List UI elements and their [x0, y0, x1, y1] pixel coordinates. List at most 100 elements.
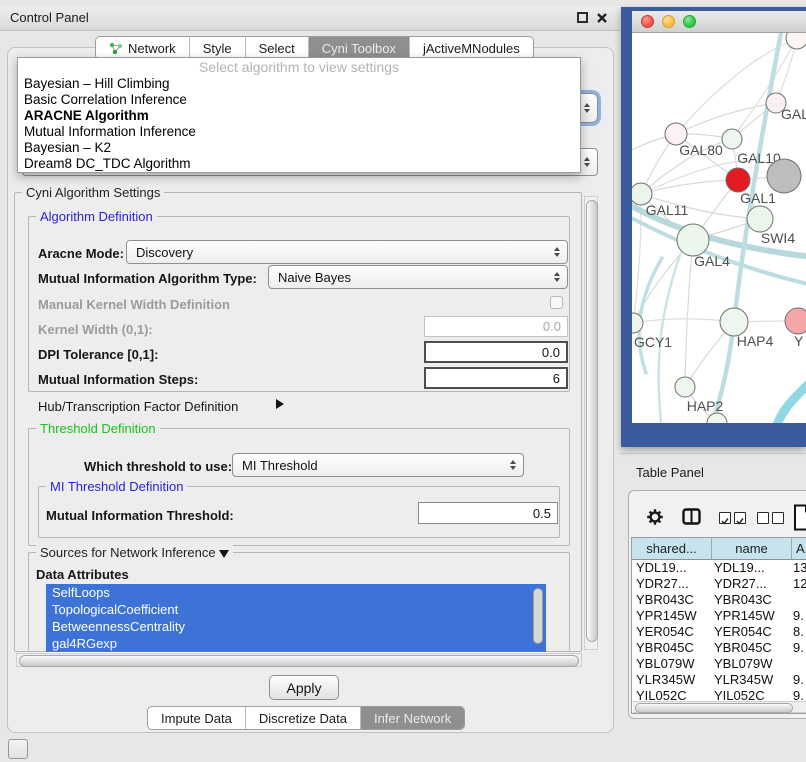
- tab-impute-data[interactable]: Impute Data: [148, 707, 245, 729]
- network-icon: [109, 42, 123, 55]
- close-window-icon[interactable]: [641, 15, 654, 28]
- settings-horizontal-scrollbar[interactable]: [16, 653, 582, 667]
- cyni-bottom-tabbar: Impute Data Discretize Data Infer Networ…: [147, 706, 465, 730]
- tab-discretize-data[interactable]: Discretize Data: [245, 707, 360, 729]
- table-row[interactable]: YDR27...YDR27...12: [632, 576, 806, 592]
- algorithm-option[interactable]: Dream8 DC_TDC Algorithm: [18, 156, 580, 172]
- table-cell: YBR045C: [714, 640, 772, 656]
- combo-arrows-icon: [554, 247, 560, 257]
- mi-type-combobox[interactable]: Naive Bayes: [268, 265, 568, 289]
- network-node-HAP2[interactable]: [675, 377, 695, 397]
- network-node-GAL1[interactable]: [726, 168, 750, 192]
- algorithm-option[interactable]: Bayesian – K2: [18, 140, 580, 156]
- tab-network[interactable]: Network: [96, 37, 189, 59]
- table-cell: YER054C: [636, 624, 694, 640]
- settings-vertical-scrollbar[interactable]: [584, 196, 598, 650]
- network-node-label: HAP4: [737, 333, 774, 349]
- table-cell: YBR043C: [636, 592, 694, 608]
- network-window-titlebar[interactable]: [632, 11, 806, 33]
- apply-button[interactable]: Apply: [269, 675, 339, 700]
- table-panel-title: Table Panel: [636, 465, 704, 480]
- table-row[interactable]: YLR345WYLR345W9.: [632, 672, 806, 688]
- network-node-unlabeled[interactable]: [786, 33, 806, 49]
- combo-arrows-icon: [554, 272, 560, 282]
- table-cell: YDR27...: [714, 576, 767, 592]
- collapse-down-icon[interactable]: [219, 550, 229, 558]
- column-header-shared-name[interactable]: shared...: [632, 538, 712, 560]
- tab-label: Select: [259, 41, 295, 56]
- deselect-all-checks-icon[interactable]: [757, 512, 784, 524]
- algorithm-option[interactable]: Mutual Information Inference: [18, 124, 580, 140]
- network-edge: [685, 240, 693, 387]
- mi-type-value: Naive Bayes: [278, 270, 351, 285]
- column-header-partial[interactable]: A: [792, 538, 806, 560]
- which-threshold-combobox[interactable]: MI Threshold: [232, 453, 524, 477]
- aracne-mode-combobox[interactable]: Discovery: [126, 240, 568, 264]
- tab-infer-network[interactable]: Infer Network: [360, 707, 464, 729]
- mi-type-label: Mutual Information Algorithm Type:: [38, 271, 257, 286]
- node-table: shared... name A YDL19...YDL19...13YDR27…: [631, 537, 806, 714]
- scrollbar-thumb[interactable]: [19, 655, 579, 667]
- table-row[interactable]: YDL19...YDL19...13: [632, 560, 806, 576]
- table-horizontal-scrollbar[interactable]: [633, 701, 806, 713]
- table-row[interactable]: YPR145WYPR145W9.: [632, 608, 806, 624]
- column-header-name[interactable]: name: [712, 538, 792, 560]
- data-attribute-item[interactable]: gal4RGexp: [46, 635, 546, 652]
- table-row[interactable]: YBL079WYBL079W: [632, 656, 806, 672]
- tab-select[interactable]: Select: [245, 37, 308, 59]
- attributes-scrollbar-thumb[interactable]: [533, 588, 543, 644]
- network-node-GAL4[interactable]: [677, 224, 709, 256]
- data-attribute-item[interactable]: SelfLoops: [46, 584, 546, 601]
- manual-kernel-checkbox[interactable]: [550, 296, 563, 309]
- control-panel-title: Control Panel: [10, 10, 89, 25]
- network-node-label: GCY1: [634, 334, 672, 350]
- split-columns-icon[interactable]: [682, 508, 701, 525]
- network-canvas[interactable]: GAL7GAL80GAL10GAL1GAL11SWI4GAL4GCY1HAP4Y…: [632, 33, 806, 423]
- which-threshold-value: MI Threshold: [242, 458, 318, 473]
- zoom-window-icon[interactable]: [683, 15, 696, 28]
- network-node-GAL10[interactable]: [722, 129, 742, 149]
- kernel-width-field[interactable]: 0.0: [424, 316, 568, 337]
- network-node-unlabeled[interactable]: [707, 413, 727, 423]
- table-cell: YBR045C: [636, 640, 694, 656]
- expand-right-icon[interactable]: [276, 399, 284, 409]
- table-cell: YPR145W: [714, 608, 775, 624]
- select-all-checks-icon[interactable]: [719, 512, 746, 524]
- data-attributes-list: SelfLoopsTopologicalCoefficientBetweenne…: [46, 584, 546, 654]
- table-cell: YIL052C: [636, 688, 687, 700]
- tab-label: Cyni Toolbox: [322, 41, 396, 56]
- export-table-icon[interactable]: [793, 504, 806, 531]
- algorithm-option[interactable]: ARACNE Algorithm: [18, 108, 580, 124]
- table-cell: YDR27...: [636, 576, 689, 592]
- hub-definition-expander-label[interactable]: Hub/Transcription Factor Definition: [38, 399, 238, 414]
- data-attribute-item[interactable]: BetweennessCentrality: [46, 618, 546, 635]
- tab-style[interactable]: Style: [189, 37, 245, 59]
- dpi-tolerance-field[interactable]: 0.0: [424, 341, 568, 363]
- network-node-Y[interactable]: [785, 308, 806, 334]
- combo-arrows-icon: [584, 157, 590, 167]
- table-row[interactable]: YBR043CYBR043C: [632, 592, 806, 608]
- scrollbar-thumb[interactable]: [635, 703, 793, 713]
- table-row[interactable]: YIL052CYIL052C9.: [632, 688, 806, 700]
- algorithm-option[interactable]: Bayesian – Hill Climbing: [18, 76, 580, 92]
- scrollbar-thumb[interactable]: [586, 200, 598, 642]
- tab-cyni-toolbox[interactable]: Cyni Toolbox: [308, 37, 409, 59]
- tab-jactivemnodules[interactable]: jActiveMNodules: [409, 37, 533, 59]
- docked-panel-icon[interactable]: [8, 739, 28, 759]
- gear-icon[interactable]: [646, 508, 664, 526]
- close-panel-icon[interactable]: [596, 12, 608, 24]
- network-node-HAP4[interactable]: [720, 308, 748, 336]
- data-attribute-item[interactable]: TopologicalCoefficient: [46, 601, 546, 618]
- network-node-unlabeled[interactable]: [767, 159, 801, 193]
- network-node-SWI4[interactable]: [747, 206, 773, 232]
- table-row[interactable]: YER054CYER054C8.: [632, 624, 806, 640]
- table-row[interactable]: YBR045CYBR045C9.: [632, 640, 806, 656]
- panel-divider: [620, 453, 806, 454]
- algorithm-option[interactable]: Basic Correlation Inference: [18, 92, 580, 108]
- float-panel-icon[interactable]: [577, 12, 588, 23]
- mi-threshold-field[interactable]: 0.5: [418, 502, 558, 524]
- table-cell: 9.: [793, 688, 804, 700]
- mi-steps-field[interactable]: 6: [424, 367, 568, 389]
- minimize-window-icon[interactable]: [662, 15, 675, 28]
- tab-label: Infer Network: [374, 711, 451, 726]
